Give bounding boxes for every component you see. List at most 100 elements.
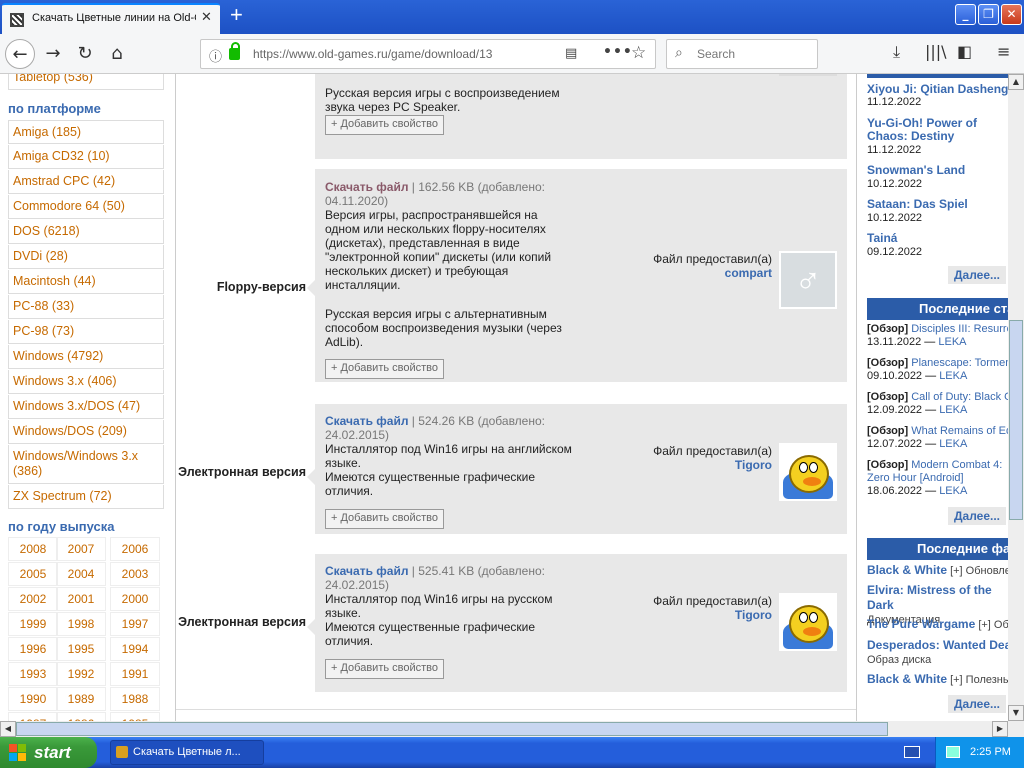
url-text[interactable]: https://www.old-games.ru/game/download/1… <box>253 47 528 61</box>
horizontal-scrollbar[interactable]: ◀ ▶ <box>0 721 1008 737</box>
scroll-right-icon[interactable]: ▶ <box>992 721 1008 737</box>
back-button[interactable]: ← <box>5 39 35 69</box>
more-link[interactable]: Далее... <box>948 266 1006 284</box>
new-game-link[interactable]: Yu-Gi-Oh! Power of Chaos: Destiny <box>867 117 1008 143</box>
file-game-link[interactable]: Elvira: Mistress of the Dark <box>867 583 992 612</box>
year-link[interactable]: 2002 <box>8 587 58 611</box>
keyboard-icon[interactable] <box>904 746 920 758</box>
sidebar-item-platform[interactable]: Amiga CD32 (10) <box>8 145 164 169</box>
download-file-link[interactable]: Скачать файл <box>325 180 408 194</box>
sidebar-item-platform[interactable]: Commodore 64 (50) <box>8 195 164 219</box>
close-window-button[interactable]: ✕ <box>1001 4 1022 25</box>
menu-icon[interactable]: ≡ <box>997 42 1010 61</box>
add-property-button[interactable]: + Добавить свойство <box>325 359 445 379</box>
file-game-link[interactable]: Desperados: Wanted Dead or Alive <box>867 638 1008 652</box>
sidebar-item-platform[interactable]: Windows 3.x/DOS (47) <box>8 395 164 419</box>
vertical-scroll-thumb[interactable] <box>1009 320 1023 520</box>
duck-avatar-icon[interactable] <box>779 593 837 651</box>
more-link[interactable]: Далее... <box>948 695 1006 713</box>
address-bar[interactable]: ⓘ https://www.old-games.ru/game/download… <box>200 39 656 69</box>
network-icon[interactable] <box>946 746 960 758</box>
sidebar-item-platform[interactable]: Amiga (185) <box>8 120 164 144</box>
new-game-link[interactable]: Xiyou Ji: Qitian Dasheng Li <box>867 83 1008 96</box>
review-link[interactable]: Planescape: Torment <box>911 357 1008 369</box>
sidebar-item-platform[interactable]: DOS (6218) <box>8 220 164 244</box>
sidebar-item-platform[interactable]: ZX Spectrum (72) <box>8 485 164 509</box>
year-link[interactable]: 2004 <box>56 562 106 586</box>
year-link[interactable]: 1999 <box>8 612 58 636</box>
file-game-link[interactable]: Black & White <box>867 672 947 686</box>
review-author[interactable]: LEKA <box>938 336 966 348</box>
sidebar-item-platform[interactable]: Windows 3.x (406) <box>8 370 164 394</box>
download-file-link[interactable]: Скачать файл <box>325 414 408 428</box>
sidebar-item-platform[interactable]: Windows/Windows 3.x (386) <box>8 445 164 484</box>
year-link[interactable]: 2008 <box>8 537 58 561</box>
scroll-down-icon[interactable]: ▼ <box>1008 705 1024 721</box>
male-avatar-icon[interactable]: ♂ <box>779 251 837 309</box>
tab-active[interactable]: Скачать Цветные линии на Old-Games.ru ✕ <box>2 3 220 34</box>
sidebar-item-tabletop[interactable]: Tabletop (536) <box>8 74 164 90</box>
sidebar-item-platform[interactable]: Windows (4792) <box>8 345 164 369</box>
year-link[interactable]: 1986 <box>56 712 106 721</box>
home-button[interactable]: ⌂ <box>102 39 132 69</box>
year-link[interactable]: 1998 <box>56 612 106 636</box>
start-button[interactable]: start <box>0 737 97 768</box>
new-tab-button[interactable]: + <box>230 2 243 28</box>
year-link[interactable]: 1995 <box>56 637 106 661</box>
year-link[interactable]: 1990 <box>8 687 58 711</box>
year-link[interactable]: 1987 <box>8 712 58 721</box>
year-link[interactable]: 1996 <box>8 637 58 661</box>
sidebar-item-platform[interactable]: DVDi (28) <box>8 245 164 269</box>
new-game-link[interactable]: Tainá <box>867 232 1008 245</box>
review-link[interactable]: What Remains of Edith Finch <box>911 425 1008 437</box>
minimize-button[interactable]: _ <box>955 4 976 25</box>
sidebar-item-platform[interactable]: Amstrad CPC (42) <box>8 170 164 194</box>
new-game-link[interactable]: Snowman's Land <box>867 164 1008 177</box>
year-link[interactable]: 2000 <box>110 587 160 611</box>
sidebar-item-platform[interactable]: Windows/DOS (209) <box>8 420 164 444</box>
review-author[interactable]: LEKA <box>939 485 967 497</box>
more-link[interactable]: Далее... <box>948 507 1006 525</box>
year-link[interactable]: 2001 <box>56 587 106 611</box>
review-link[interactable]: Disciples III: Resurrection <box>911 323 1008 335</box>
downloads-icon[interactable]: ⤓ <box>893 42 900 62</box>
sidebar-item-platform[interactable]: Macintosh (44) <box>8 270 164 294</box>
file-game-link[interactable]: The Pure Wargame <box>867 617 975 631</box>
year-link[interactable]: 2006 <box>110 537 160 561</box>
page-actions-icon[interactable]: ••• <box>603 44 633 60</box>
library-icon[interactable]: |||\ <box>925 42 947 61</box>
year-link[interactable]: 1997 <box>110 612 160 636</box>
download-file-link[interactable]: Скачать файл <box>325 564 408 578</box>
horizontal-scroll-thumb[interactable] <box>16 722 888 736</box>
year-link[interactable]: 2003 <box>110 562 160 586</box>
year-link[interactable]: 1989 <box>56 687 106 711</box>
bookmark-star-icon[interactable]: ☆ <box>631 43 646 63</box>
taskbar-window-button[interactable]: Скачать Цветные л... <box>110 740 264 765</box>
add-property-button[interactable]: + Добавить свойство <box>325 115 445 135</box>
year-link[interactable]: 1992 <box>56 662 106 686</box>
year-link[interactable]: 1988 <box>110 687 160 711</box>
year-link[interactable]: 1993 <box>8 662 58 686</box>
review-author[interactable]: LEKA <box>939 370 967 382</box>
new-game-link[interactable]: Sataan: Das Spiel <box>867 198 1008 211</box>
reader-view-icon[interactable]: ▤ <box>565 46 577 61</box>
tab-close-icon[interactable]: ✕ <box>201 10 212 25</box>
provider-link[interactable]: compart <box>725 266 772 280</box>
forward-button[interactable]: → <box>38 39 68 69</box>
file-game-link[interactable]: Black & White <box>867 563 947 577</box>
sidebar-toggle-icon[interactable]: ◧ <box>957 42 972 61</box>
provider-link[interactable]: Tigoro <box>735 458 772 472</box>
sidebar-item-platform[interactable]: PC-98 (73) <box>8 320 164 344</box>
review-author[interactable]: LEKA <box>939 404 967 416</box>
year-link[interactable]: 1985 <box>110 712 160 721</box>
lock-icon[interactable] <box>229 42 240 60</box>
scroll-up-icon[interactable]: ▲ <box>1008 74 1024 90</box>
reload-button[interactable]: ↻ <box>70 39 100 69</box>
add-property-button[interactable]: + Добавить свойство <box>325 509 445 529</box>
provider-link[interactable]: Tigoro <box>735 608 772 622</box>
sidebar-item-platform[interactable]: PC-88 (33) <box>8 295 164 319</box>
year-link[interactable]: 1994 <box>110 637 160 661</box>
duck-avatar-icon[interactable] <box>779 443 837 501</box>
search-input[interactable]: ⌕ Search <box>666 39 818 69</box>
review-author[interactable]: LEKA <box>939 438 967 450</box>
